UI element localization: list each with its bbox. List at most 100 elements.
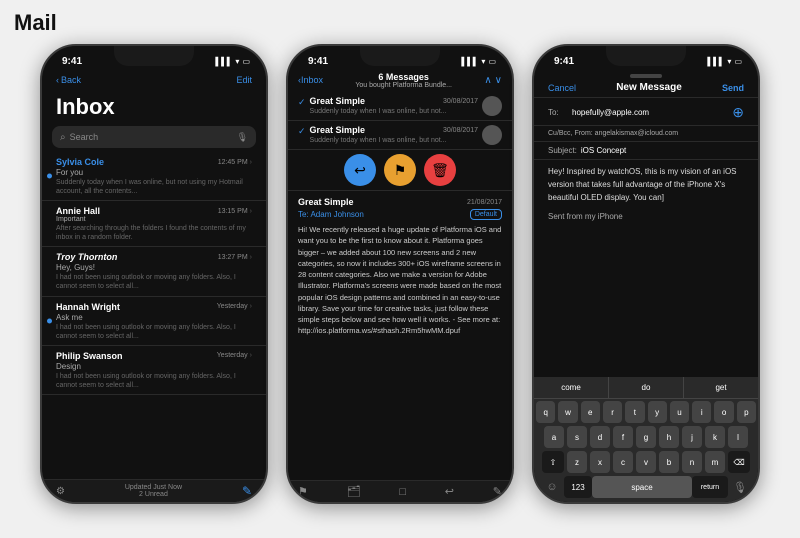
key-w[interactable]: w xyxy=(558,401,577,423)
flag-button[interactable]: ⚑ xyxy=(384,154,416,186)
full-email-body: Hi! We recently released a huge update o… xyxy=(298,224,502,337)
key-d[interactable]: d xyxy=(590,426,610,448)
compose-divider-1 xyxy=(534,97,758,98)
edit-button-1[interactable]: Edit xyxy=(236,75,252,85)
msg-body-2: Great Simple 30/08/2017 Suddenly today w… xyxy=(310,125,478,145)
suggestion-3[interactable]: get xyxy=(684,377,758,398)
msg-preview-2[interactable]: ✓ Great Simple 30/08/2017 Suddenly today… xyxy=(288,121,512,150)
key-z[interactable]: z xyxy=(567,451,587,473)
delete-key[interactable]: ⌫ xyxy=(728,451,750,473)
reply-toolbar-icon[interactable]: ↩ xyxy=(445,485,454,498)
email-preview-2: After searching through the folders I fo… xyxy=(56,224,252,242)
key-v[interactable]: v xyxy=(636,451,656,473)
to-field[interactable]: To: hopefully@apple.com ⊕ xyxy=(534,100,758,126)
email-list: Sylvia Cole 12:45 PM › For you Suddenly … xyxy=(42,152,266,395)
kb-bottom-row: ☺ 123 space return 🎙 xyxy=(536,476,756,500)
email-item-4[interactable]: Hannah Wright Yesterday › Ask me I had n… xyxy=(42,297,266,346)
email-item-2[interactable]: Annie Hall 13:15 PM › Important After se… xyxy=(42,201,266,247)
ccbcc-value[interactable]: Cu/Bcc, From: angelakismax@icloud.com xyxy=(548,130,744,137)
key-x[interactable]: x xyxy=(590,451,610,473)
key-l[interactable]: l xyxy=(728,426,748,448)
key-k[interactable]: k xyxy=(705,426,725,448)
compose-signature: Sent from my iPhone xyxy=(548,212,744,221)
key-u[interactable]: u xyxy=(670,401,689,423)
subject-value[interactable]: iOS Concept xyxy=(581,146,744,155)
to-value[interactable]: hopefully@apple.com xyxy=(572,108,728,117)
next-arrow[interactable]: ∨ xyxy=(495,75,502,86)
keyboard-rows: q w e r t y u i o p a s xyxy=(534,399,758,502)
key-c[interactable]: c xyxy=(613,451,633,473)
key-b[interactable]: b xyxy=(659,451,679,473)
key-j[interactable]: j xyxy=(682,426,702,448)
email-label-2: Important xyxy=(56,216,252,223)
key-y[interactable]: y xyxy=(648,401,667,423)
key-r[interactable]: r xyxy=(603,401,622,423)
key-a[interactable]: a xyxy=(544,426,564,448)
key-p[interactable]: p xyxy=(737,401,756,423)
flag-toolbar-icon[interactable]: ⚑ xyxy=(298,485,308,498)
space-key[interactable]: space xyxy=(592,476,692,498)
full-email-view: Great Simple 21/08/2017 Te: Adam Johnson… xyxy=(288,191,512,343)
status-icons-1: ▌▌▌ ▾ ▭ xyxy=(215,57,250,66)
email-preview-5: I had not been using outlook or moving a… xyxy=(56,372,252,390)
compose-body-text[interactable]: Hey! Inspired by watchOS, this is my vis… xyxy=(548,166,744,204)
status-time-2: 9:41 xyxy=(308,56,328,67)
suggestion-1[interactable]: come xyxy=(534,377,609,398)
notch-2 xyxy=(360,46,440,66)
key-q[interactable]: q xyxy=(536,401,555,423)
key-f[interactable]: f xyxy=(613,426,633,448)
keyboard: come do get q w e r t y u i o xyxy=(534,377,758,502)
mic-key[interactable]: 🎙 xyxy=(728,476,752,498)
thread-back-label[interactable]: Inbox xyxy=(301,75,323,85)
wifi-icon-3: ▾ xyxy=(727,57,731,66)
back-chevron-1: ‹ xyxy=(56,75,59,85)
folder-icon[interactable]: 🗂 xyxy=(347,485,361,498)
signal-icon-2: ▌▌▌ xyxy=(461,57,478,66)
email-item-1[interactable]: Sylvia Cole 12:45 PM › For you Suddenly … xyxy=(42,152,266,201)
full-email-date: 21/08/2017 xyxy=(467,199,502,206)
back-label-1[interactable]: Back xyxy=(61,75,81,85)
signal-icon-1: ▌▌▌ xyxy=(215,57,232,66)
compose-body[interactable]: Hey! Inspired by watchOS, this is my vis… xyxy=(534,160,758,227)
msg-avatar-2 xyxy=(482,125,502,145)
key-i[interactable]: i xyxy=(692,401,711,423)
compose-icon-2[interactable]: ✎ xyxy=(493,485,502,498)
phone2-toolbar: ⚑ 🗂 □ ↩ ✎ xyxy=(288,480,512,502)
reply-button[interactable]: ↩ xyxy=(344,154,376,186)
subject-field[interactable]: Subject: iOS Concept xyxy=(534,142,758,160)
archive-icon[interactable]: □ xyxy=(399,486,406,498)
phone-thread: 9:41 ▌▌▌ ▾ ▭ ‹ Inbox 6 Messages You boug… xyxy=(286,44,514,504)
back-button-1[interactable]: ‹ Back xyxy=(56,75,81,85)
key-m[interactable]: m xyxy=(705,451,725,473)
emoji-key[interactable]: ☺ xyxy=(540,476,564,498)
return-key[interactable]: return xyxy=(692,476,728,498)
kb-row-3: ⇧ z x c v b n m ⌫ xyxy=(536,451,756,473)
key-g[interactable]: g xyxy=(636,426,656,448)
thread-back-button[interactable]: ‹ Inbox xyxy=(298,75,323,85)
prev-arrow[interactable]: ∧ xyxy=(484,75,491,86)
cancel-button[interactable]: Cancel xyxy=(548,83,576,93)
trash-button[interactable]: 🗑 xyxy=(424,154,456,186)
phones-container: 9:41 ▌▌▌ ▾ ▭ ‹ Back Edit Inbox ⌕ xyxy=(0,44,800,504)
ccbcc-field[interactable]: Cu/Bcc, From: angelakismax@icloud.com xyxy=(534,126,758,142)
key-t[interactable]: t xyxy=(625,401,644,423)
search-bar[interactable]: ⌕ Search 🎙 xyxy=(52,126,256,148)
email-item-3[interactable]: Troy Thornton 13:27 PM › Hey, Guys! I ha… xyxy=(42,247,266,296)
msg-preview-1[interactable]: ✓ Great Simple 30/08/2017 Suddenly today… xyxy=(288,92,512,121)
suggestion-2[interactable]: do xyxy=(609,377,684,398)
key-o[interactable]: o xyxy=(714,401,733,423)
email-time-2: 13:15 PM › xyxy=(218,208,252,215)
inbox-nav-bar: ‹ Back Edit xyxy=(42,68,266,92)
shift-key[interactable]: ⇧ xyxy=(542,451,564,473)
settings-icon-1[interactable]: ⚙ xyxy=(56,486,65,497)
msg-date-1: 30/08/2017 xyxy=(443,98,478,105)
key-e[interactable]: e xyxy=(581,401,600,423)
add-contact-icon[interactable]: ⊕ xyxy=(732,104,744,121)
key-n[interactable]: n xyxy=(682,451,702,473)
compose-icon-1[interactable]: ✎ xyxy=(242,484,252,498)
send-button[interactable]: Send xyxy=(722,83,744,93)
num-key[interactable]: 123 xyxy=(564,476,592,498)
email-item-5[interactable]: Philip Swanson Yesterday › Design I had … xyxy=(42,346,266,395)
key-s[interactable]: s xyxy=(567,426,587,448)
key-h[interactable]: h xyxy=(659,426,679,448)
